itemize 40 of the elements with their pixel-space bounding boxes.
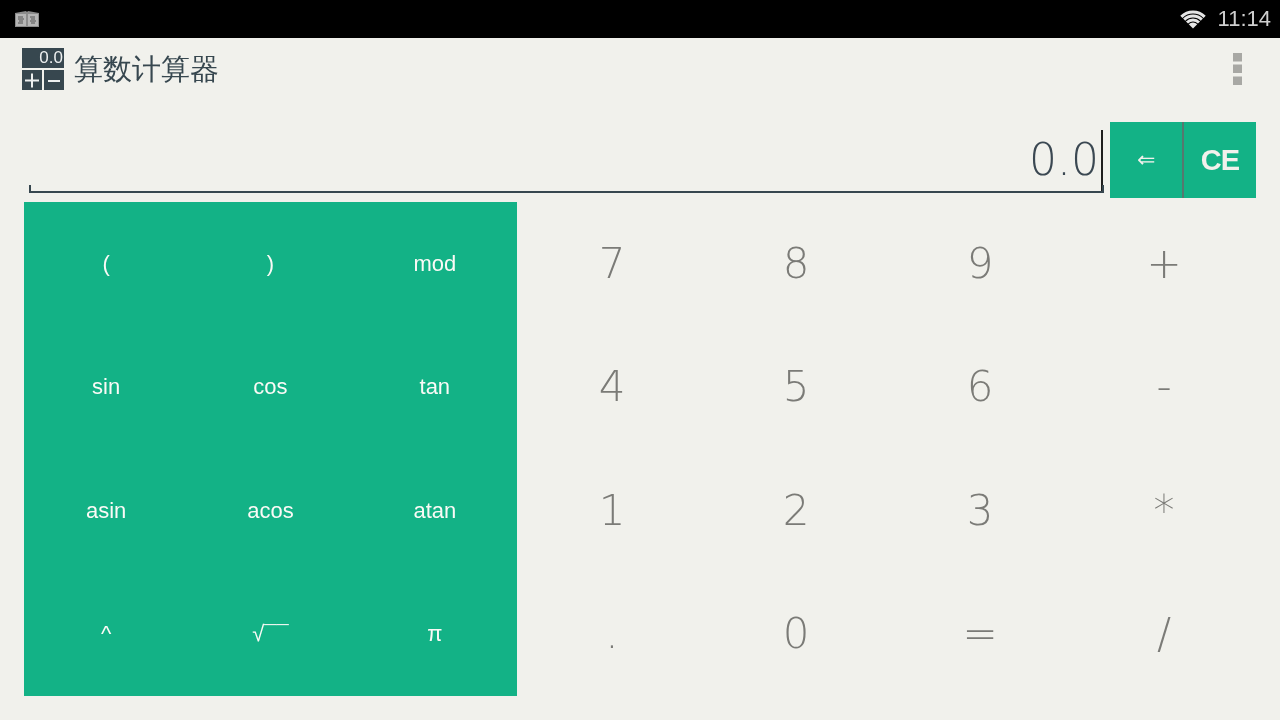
function-key[interactable]: ( bbox=[98, 248, 114, 279]
keypad-key[interactable]: 0 bbox=[778, 609, 814, 660]
keypad-key[interactable]: . bbox=[601, 609, 623, 660]
function-key[interactable]: mod bbox=[409, 248, 461, 279]
function-key[interactable]: √¯¯ bbox=[248, 619, 293, 650]
keypad-key[interactable]: 3 bbox=[962, 485, 998, 536]
logo-plus-icon bbox=[22, 70, 42, 90]
function-key[interactable]: acos bbox=[243, 495, 298, 526]
app-title: 算数计算器 bbox=[74, 52, 219, 87]
logo-minus-icon bbox=[44, 70, 64, 90]
menu-icon[interactable] bbox=[1233, 53, 1242, 85]
keypad-key[interactable]: = bbox=[958, 609, 1002, 660]
function-key[interactable]: asin bbox=[82, 495, 131, 526]
keypad-key[interactable]: 5 bbox=[778, 362, 814, 413]
keypad-key[interactable]: 1 bbox=[594, 485, 630, 536]
keypad-key[interactable]: 6 bbox=[962, 362, 998, 413]
keypad-key[interactable]: - bbox=[1152, 362, 1176, 413]
display-field[interactable]: 0.0 bbox=[29, 122, 1104, 193]
keypad-key[interactable]: / bbox=[1152, 609, 1176, 660]
text-cursor-icon bbox=[1101, 130, 1103, 191]
clock-time: 11:14 bbox=[1217, 6, 1271, 32]
keypad-key[interactable]: 9 bbox=[962, 238, 998, 289]
wifi-icon bbox=[1178, 9, 1207, 29]
backspace-button[interactable]: ⇐ bbox=[1110, 122, 1182, 198]
function-key[interactable]: cos bbox=[249, 372, 292, 403]
clear-button[interactable]: CE bbox=[1182, 122, 1256, 198]
keypad-key[interactable]: 8 bbox=[778, 238, 814, 289]
function-key[interactable]: tan bbox=[415, 372, 455, 403]
keypad-key[interactable]: + bbox=[1142, 238, 1186, 289]
function-key[interactable]: π bbox=[423, 619, 447, 650]
function-key[interactable]: ) bbox=[262, 248, 279, 279]
keypad-key[interactable]: 2 bbox=[778, 485, 814, 536]
keypad-key[interactable]: * bbox=[1149, 485, 1179, 536]
keypad-key[interactable]: 7 bbox=[594, 238, 630, 289]
keypad-key[interactable]: 4 bbox=[594, 362, 630, 413]
function-key[interactable]: sin bbox=[88, 372, 125, 403]
function-key[interactable]: ^ bbox=[97, 619, 116, 650]
book-icon bbox=[14, 10, 40, 28]
logo-display: 0.0 bbox=[22, 48, 64, 68]
function-key[interactable]: atan bbox=[409, 495, 461, 526]
